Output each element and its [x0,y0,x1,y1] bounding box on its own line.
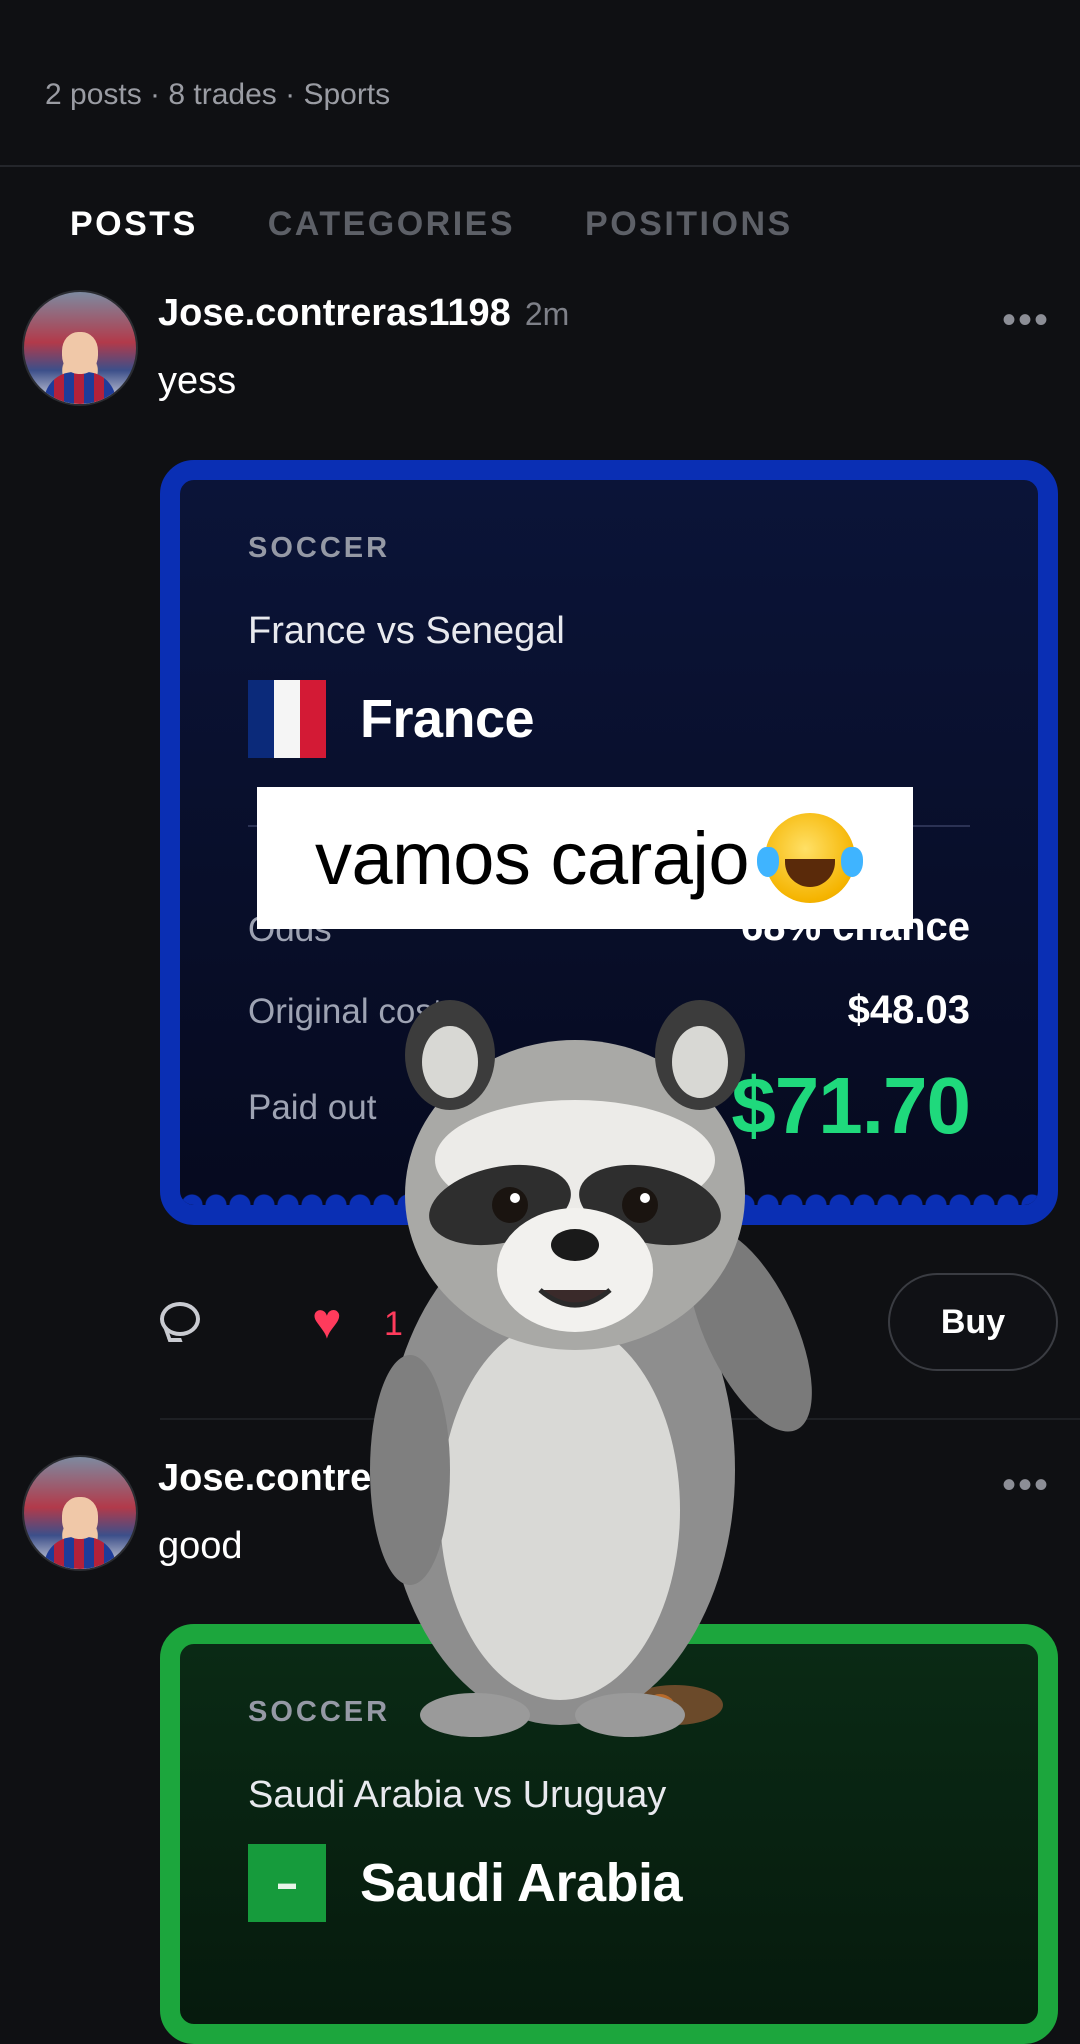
avatar[interactable] [22,1455,138,1571]
tab-posts[interactable]: POSTS [70,205,198,244]
post-username[interactable]: Jose.contre [158,1457,371,1500]
original-cost-value: $48.03 [847,988,970,1032]
card-pick-team: France [360,689,535,749]
header-divider [0,165,1080,167]
profile-stats: 2 posts · 8 trades · Sports [45,78,391,111]
post-time: 2m [524,296,570,332]
post-text: good [158,1525,243,1567]
avatar[interactable] [22,290,138,406]
card-match: France vs Senegal [248,610,565,652]
card-pick-team: Saudi Arabia [360,1853,683,1913]
tears-of-joy-emoji-icon [757,813,864,903]
tab-positions[interactable]: POSITIONS [585,205,793,244]
card-match: Saudi Arabia vs Uruguay [248,1774,667,1816]
buy-button[interactable]: Buy [888,1273,1058,1371]
caption-text: vamos carajo [314,816,750,900]
card-sport: SOCCER [248,532,391,564]
paid-out-label: Paid out [248,1088,377,1127]
post-text: yess [158,360,237,402]
card-pick: ▬ Saudi Arabia [248,1844,683,1922]
more-options-icon[interactable]: ••• [1002,1463,1050,1508]
more-options-icon[interactable]: ••• [1002,298,1050,343]
comment-icon[interactable] [160,1302,200,1336]
card-pick: France [248,680,535,758]
raccoon-sticker-icon [370,1000,812,1737]
saudi-arabia-flag-icon: ▬ [248,1844,326,1922]
heart-icon[interactable]: ♥ [312,1296,342,1346]
profile-tabs: POSTS CATEGORIES POSITIONS [70,205,863,244]
post-username[interactable]: Jose.contreras1198 2m [158,292,569,335]
video-caption: vamos carajo [257,787,913,929]
france-flag-icon [248,680,326,758]
tab-categories[interactable]: CATEGORIES [268,205,515,244]
